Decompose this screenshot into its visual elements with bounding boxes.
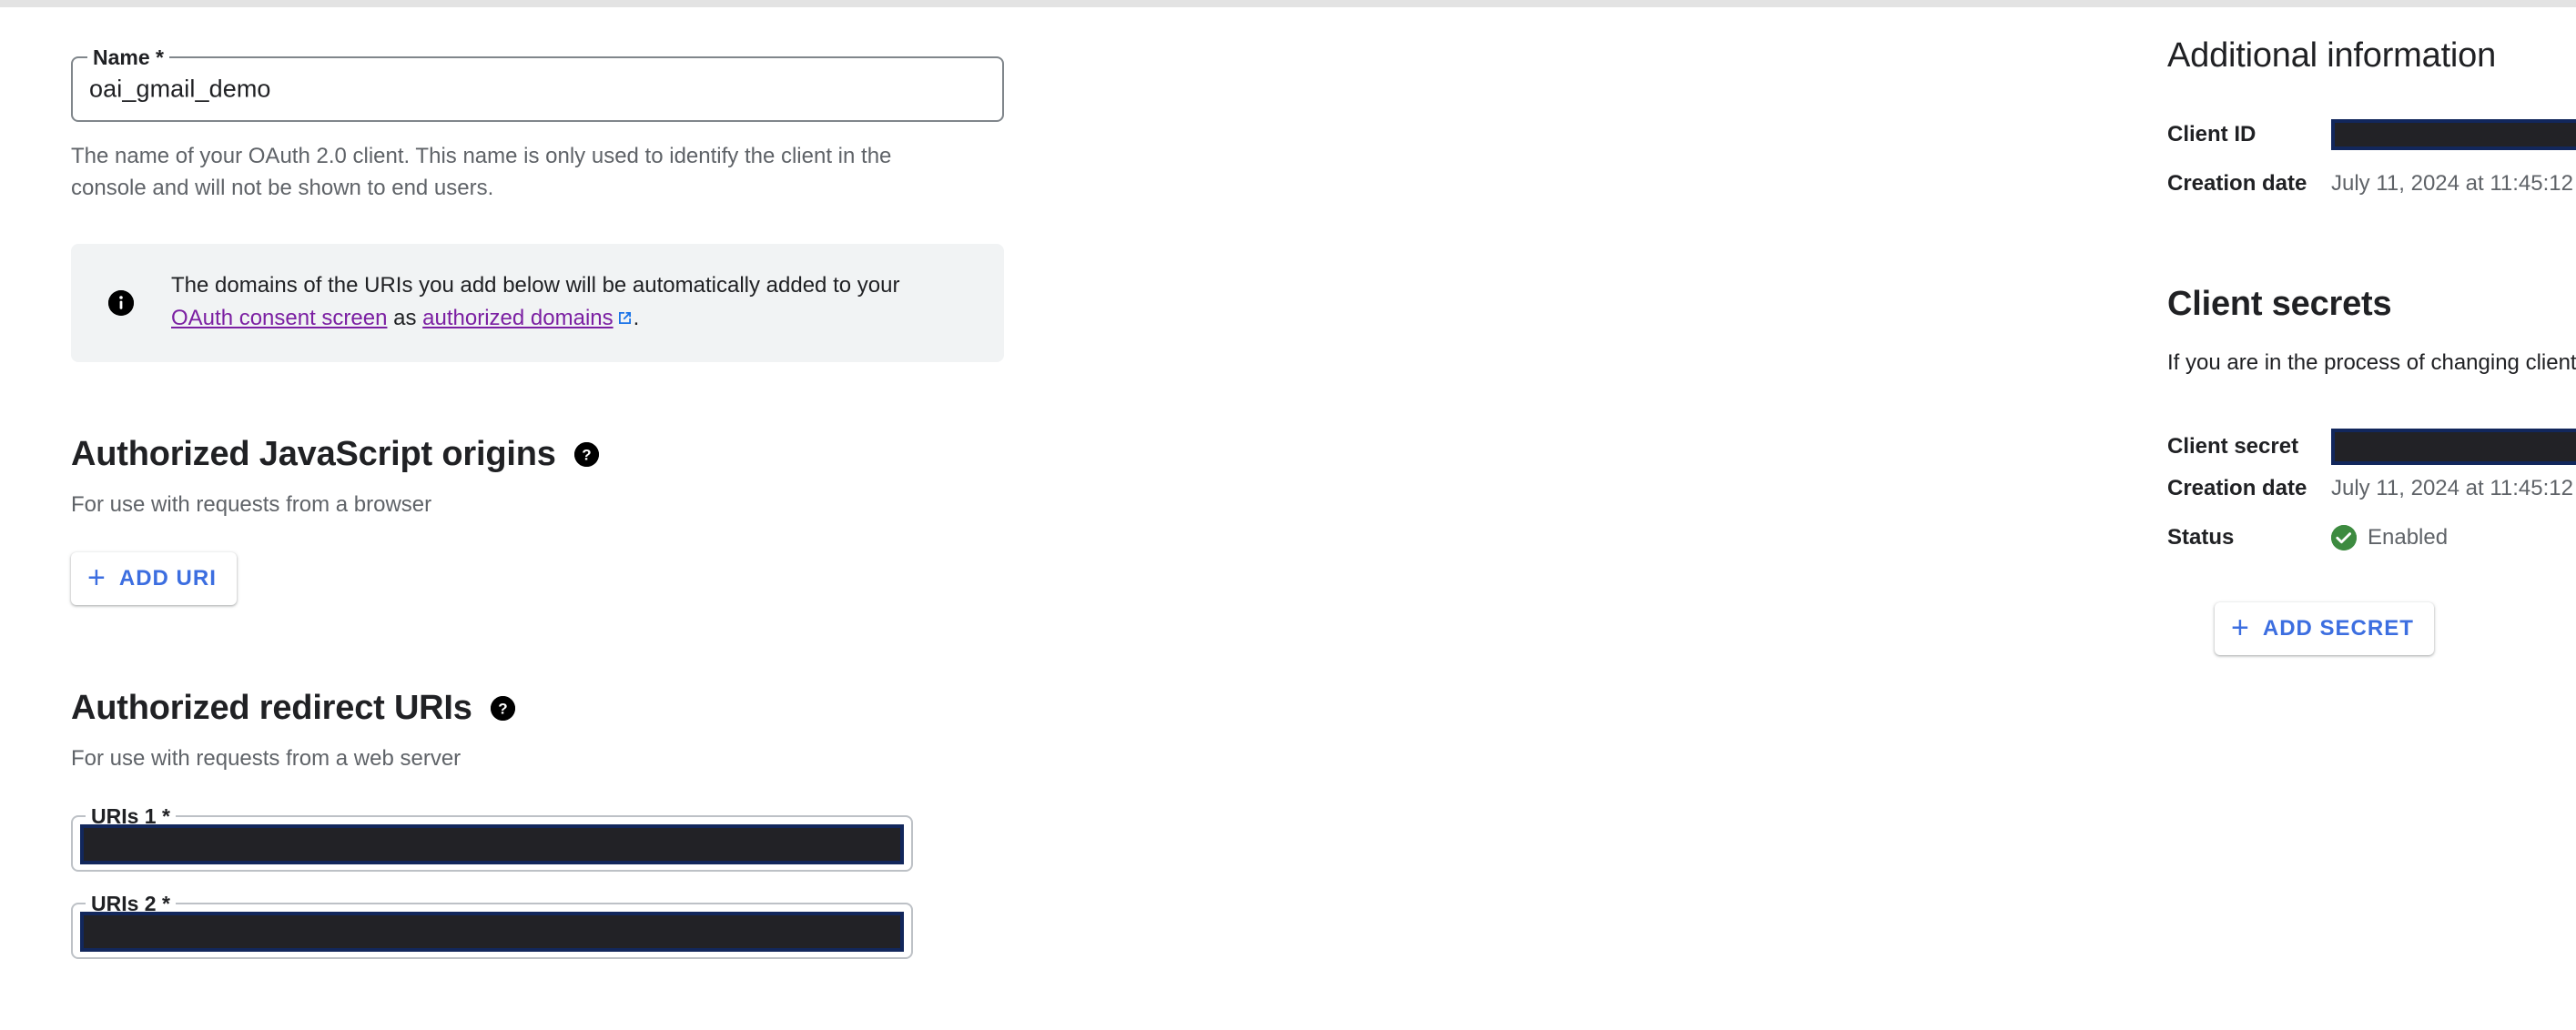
external-link-icon	[616, 304, 634, 337]
creation-date-label: Creation date	[2167, 171, 2331, 197]
secret-status-row: Status Enabled	[2167, 517, 2576, 559]
domains-info-banner: The domains of the URIs you add below wi…	[71, 244, 1004, 362]
secret-creation-date-value: July 11, 2024 at 11:45:12 PM GMT-4	[2331, 476, 2576, 501]
redirect-uris-subtitle: For use with requests from a web server	[71, 746, 1004, 772]
client-secret-label: Client secret	[2167, 434, 2331, 459]
client-secret-redacted[interactable]	[2331, 429, 2576, 465]
client-id-label: Client ID	[2167, 122, 2331, 147]
top-divider	[0, 0, 2576, 7]
right-column: Additional information Client ID Creatio…	[1004, 7, 2576, 1030]
client-id-redacted[interactable]	[2331, 119, 2576, 150]
oauth-consent-screen-link[interactable]: OAuth consent screen	[171, 306, 387, 330]
plus-icon: +	[87, 562, 106, 593]
creation-date-value: July 11, 2024 at 11:45:12 PM GMT-4	[2331, 171, 2576, 197]
creation-date-row: Creation date July 11, 2024 at 11:45:12 …	[2167, 163, 2576, 205]
redirect-uris-section: Authorized redirect URIs ? For use with …	[71, 689, 1004, 959]
status-badge: Enabled	[2368, 525, 2448, 550]
authorized-domains-link[interactable]: authorized domains	[422, 306, 613, 330]
name-field-label: Name *	[87, 45, 169, 69]
banner-text-after: .	[634, 306, 640, 330]
name-helper-text: The name of your OAuth 2.0 client. This …	[71, 140, 927, 204]
client-id-value[interactable]	[2331, 119, 2576, 150]
additional-information-title: Additional information	[2167, 36, 2576, 76]
add-secret-button[interactable]: + ADD SECRET	[2215, 602, 2434, 655]
client-secrets-description: If you are in the process of changing cl…	[2167, 348, 2576, 380]
js-origins-title: Authorized JavaScript origins	[71, 435, 556, 474]
client-secrets-title: Client secrets	[2167, 285, 2576, 324]
uri-field-2-redacted-value[interactable]	[80, 912, 904, 952]
uri-field-1-redacted-value[interactable]	[80, 824, 904, 864]
check-circle-icon	[2331, 525, 2357, 550]
js-origins-subtitle: For use with requests from a browser	[71, 492, 1004, 518]
banner-text-before: The domains of the URIs you add below wi…	[171, 273, 899, 298]
name-field[interactable]: Name * oai_gmail_demo	[71, 56, 1004, 122]
js-origins-heading: Authorized JavaScript origins ?	[71, 435, 1004, 474]
secret-creation-date-label: Creation date	[2167, 476, 2331, 501]
left-column: Name * oai_gmail_demo The name of your O…	[0, 7, 1004, 1030]
js-origins-section: Authorized JavaScript origins ? For use …	[71, 435, 1004, 605]
redirect-uris-heading: Authorized redirect URIs ?	[71, 689, 1004, 728]
secret-creation-date-row: Creation date July 11, 2024 at 11:45:12 …	[2167, 468, 2576, 510]
client-secrets-description-text: If you are in the process of changing cl…	[2167, 350, 2576, 375]
oauth-client-details-page: Name * oai_gmail_demo The name of your O…	[0, 7, 2576, 1030]
help-icon[interactable]: ?	[491, 696, 515, 721]
add-uri-button-label: ADD URI	[119, 566, 217, 591]
plus-icon: +	[2231, 612, 2250, 643]
client-secret-value[interactable]	[2331, 429, 2576, 465]
client-id-row: Client ID	[2167, 114, 2576, 156]
svg-text:?: ?	[498, 701, 507, 718]
add-secret-wrapper: + ADD SECRET	[2215, 602, 2576, 655]
client-secret-block: Client secret	[2167, 426, 2576, 559]
uri-field-1[interactable]: URIs 1 *	[71, 815, 913, 872]
secret-status-value: Enabled	[2331, 525, 2448, 550]
banner-text-middle: as	[387, 306, 422, 330]
additional-information-table: Client ID Creation date July 11, 2024 at…	[2167, 114, 2576, 205]
client-secret-row: Client secret	[2167, 426, 2576, 468]
domains-info-text: The domains of the URIs you add below wi…	[171, 269, 936, 337]
info-icon	[71, 290, 171, 316]
uri-field-2[interactable]: URIs 2 *	[71, 903, 913, 959]
name-input[interactable]: oai_gmail_demo	[89, 76, 271, 104]
help-icon[interactable]: ?	[574, 442, 599, 467]
secret-status-label: Status	[2167, 525, 2331, 550]
svg-text:?: ?	[582, 447, 591, 464]
redirect-uris-title: Authorized redirect URIs	[71, 689, 472, 728]
add-secret-button-label: ADD SECRET	[2263, 616, 2414, 641]
add-uri-button[interactable]: + ADD URI	[71, 552, 237, 605]
